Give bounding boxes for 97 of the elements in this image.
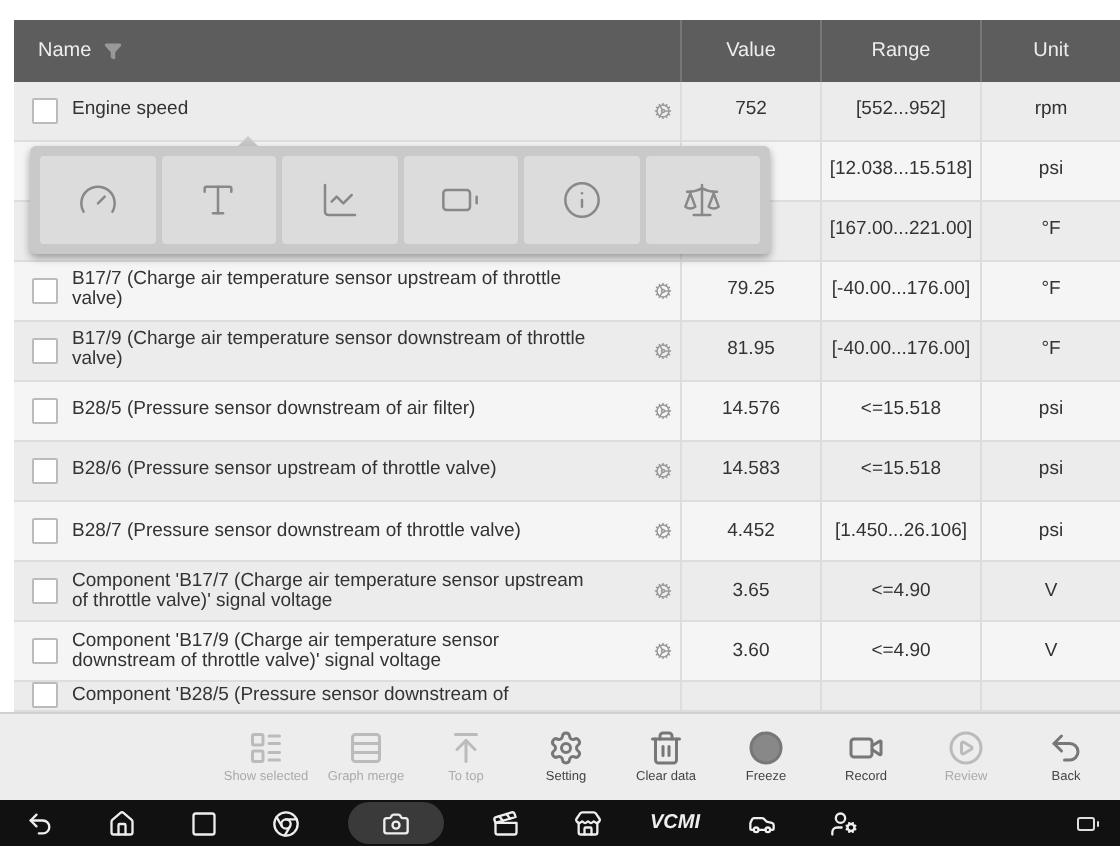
unit-text: V <box>1044 641 1058 662</box>
unit-text: psi <box>1038 400 1064 421</box>
value-text: 4.452 <box>727 521 775 542</box>
checkbox[interactable] <box>32 682 58 709</box>
range-text: [552...952] <box>856 100 946 121</box>
home-icon <box>108 809 136 837</box>
table-row[interactable]: B28/7 (Pressure sensor downstream of throttle valve) 4.452 [1.450...26.106] psi <box>14 501 1120 563</box>
range-text: <=15.518 <box>860 400 942 421</box>
scale-icon <box>682 180 723 220</box>
parameter-name: B28/5 (Pressure sensor downstream of air filter) <box>72 400 478 421</box>
range-text: <=4.90 <box>871 641 931 662</box>
column-header: Unit <box>1033 39 1069 62</box>
value-text: 14.576 <box>721 400 781 421</box>
back-icon <box>1048 730 1084 766</box>
checkbox[interactable] <box>32 277 58 304</box>
gear-icon[interactable] <box>654 281 672 300</box>
parameter-name: B17/7 (Charge air temperature sensor upstream of throttle valve) <box>72 270 563 311</box>
unit-text: psi <box>1038 460 1064 481</box>
info-icon <box>561 180 602 220</box>
parameter-name: Component 'B28/5 (Pressure sensor downstream of <box>72 685 511 706</box>
table-row[interactable]: Component 'B28/5 (Pressure sensor downstream of <box>14 682 1120 712</box>
gear-icon[interactable] <box>654 522 672 541</box>
range-text: [-40.00...176.00] <box>831 340 971 361</box>
range-text: <=4.90 <box>871 581 931 602</box>
range-text: [1.450...26.106] <box>834 521 968 542</box>
table-row[interactable]: Component 'B17/9 (Charge air temperature sensor downstream of throttle valve)' signal voltage 3.60 <=4.90 V <box>14 622 1120 683</box>
unit-text: °F <box>1041 220 1061 241</box>
range-text: <=15.518 <box>860 460 942 481</box>
checkbox[interactable] <box>32 97 58 124</box>
unit-text: psi <box>1038 521 1064 542</box>
parameter-name: Component 'B17/9 (Charge air temperature sensor downstream of throttle valve)' signal voltage <box>72 631 502 672</box>
column-header: Range <box>871 39 931 62</box>
parameter-name: B28/6 (Pressure sensor upstream of throttle valve) <box>72 460 499 481</box>
gear-icon[interactable] <box>654 401 672 420</box>
checkbox[interactable] <box>32 457 58 484</box>
range-text: [-40.00...176.00] <box>831 280 971 301</box>
user-icon <box>830 809 858 837</box>
parameter-name: Component 'B17/7 (Charge air temperature sensor upstream of throttle valve)' signal voltage <box>72 571 586 612</box>
gear-icon[interactable] <box>654 341 672 360</box>
value-text: 14.583 <box>721 460 781 481</box>
line-chart-icon <box>319 180 360 220</box>
table-row[interactable]: B28/5 (Pressure sensor downstream of air filter) 14.576 <=15.518 psi <box>14 381 1120 442</box>
list-icon <box>248 730 284 766</box>
parameter-name: B28/7 (Pressure sensor downstream of throttle valve) <box>72 521 523 542</box>
table-row[interactable]: B28/6 (Pressure sensor upstream of throttle valve) 14.583 <=15.518 psi <box>14 441 1120 502</box>
unit-text: °F <box>1041 280 1061 301</box>
column-header: Name <box>38 39 92 62</box>
unit-text: psi <box>1038 160 1064 181</box>
filter-icon[interactable] <box>103 41 122 60</box>
square-icon <box>190 809 218 837</box>
gear-icon[interactable] <box>654 582 672 601</box>
back-icon <box>26 809 54 837</box>
display-mode-button[interactable] <box>40 156 155 244</box>
display-mode-button[interactable] <box>403 156 518 244</box>
checkbox[interactable] <box>32 518 58 545</box>
parameter-name: Engine speed <box>72 100 191 121</box>
value-text: 3.65 <box>732 581 770 602</box>
settings-icon <box>548 730 584 766</box>
camera-icon <box>382 809 410 837</box>
browser-icon <box>272 809 300 837</box>
table-row[interactable]: Engine speed 752 [552...952] rpm <box>14 81 1120 142</box>
table-row[interactable]: B17/9 (Charge air temperature sensor downstream of throttle valve) 81.95 [-40.00...176.00] °F <box>14 321 1120 382</box>
gear-icon[interactable] <box>654 642 672 661</box>
video-icon <box>492 809 520 837</box>
arrow-up-icon <box>448 730 484 766</box>
column-header: Value <box>726 39 776 62</box>
trash-icon <box>648 730 684 766</box>
gear-icon[interactable] <box>654 461 672 480</box>
checkbox[interactable] <box>32 638 58 665</box>
gear-icon[interactable] <box>654 101 672 120</box>
display-mode-button[interactable] <box>282 156 397 244</box>
display-mode-button[interactable] <box>161 156 276 244</box>
value-text: 752 <box>735 100 767 121</box>
value-text: 79.25 <box>727 280 775 301</box>
checkbox[interactable] <box>32 397 58 424</box>
table-row[interactable]: Component 'B17/7 (Charge air temperature sensor upstream of throttle valve)' signal voltage 3.65 <=4.90 V <box>14 562 1120 623</box>
checkbox[interactable] <box>32 578 58 605</box>
display-mode-button[interactable] <box>645 156 760 244</box>
value-text: 3.60 <box>732 641 770 662</box>
unit-text: °F <box>1041 340 1061 361</box>
range-text: [167.00...221.00] <box>829 220 973 241</box>
display-mode-button[interactable] <box>524 156 639 244</box>
rows-icon <box>348 730 384 766</box>
table-row[interactable]: B17/7 (Charge air temperature sensor upstream of throttle valve) 79.25 [-40.00...176.00] °F <box>14 261 1120 322</box>
shop-icon <box>574 809 602 837</box>
value-text: 81.95 <box>727 340 775 361</box>
range-text: [12.038...15.518] <box>829 160 973 181</box>
letter-icon <box>198 180 239 220</box>
checkbox[interactable] <box>32 337 58 364</box>
circle-icon <box>748 730 784 766</box>
battery-icon <box>1076 811 1100 835</box>
unit-text: rpm <box>1034 100 1068 121</box>
play-icon <box>948 730 984 766</box>
nav-button[interactable] <box>348 802 444 844</box>
unit-text: V <box>1044 581 1058 602</box>
nav-button[interactable]: VCMI <box>650 802 700 844</box>
parameter-name: B17/9 (Charge air temperature sensor downstream of throttle valve) <box>72 330 588 371</box>
